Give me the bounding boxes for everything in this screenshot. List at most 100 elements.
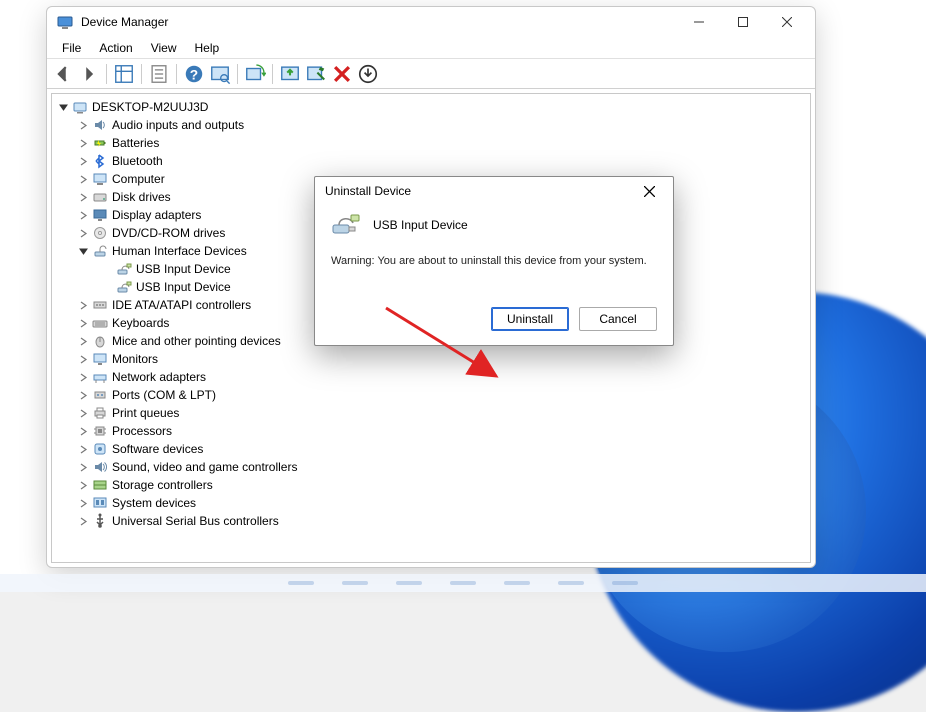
- twisty-collapsed-icon[interactable]: [76, 406, 90, 420]
- tree-item-label: DVD/CD-ROM drives: [112, 224, 225, 242]
- twisty-collapsed-icon[interactable]: [76, 316, 90, 330]
- maximize-button[interactable]: [721, 8, 765, 36]
- toolbar-separator: [272, 64, 273, 84]
- menu-help[interactable]: Help: [186, 39, 229, 57]
- menu-view[interactable]: View: [142, 39, 186, 57]
- twisty-collapsed-icon[interactable]: [76, 496, 90, 510]
- tree-category-system[interactable]: System devices: [54, 494, 808, 512]
- tree-category-cpu[interactable]: Processors: [54, 422, 808, 440]
- toolbar-back-button[interactable]: [51, 62, 75, 86]
- twisty-collapsed-icon[interactable]: [76, 334, 90, 348]
- dialog-device-name: USB Input Device: [373, 218, 468, 232]
- disk-icon: [92, 189, 108, 205]
- bluetooth-icon: [92, 153, 108, 169]
- tree-root[interactable]: DESKTOP-M2UUJ3D: [54, 98, 808, 116]
- twisty-collapsed-icon[interactable]: [76, 514, 90, 528]
- cpu-icon: [92, 423, 108, 439]
- taskbar-item[interactable]: [558, 581, 584, 585]
- computer-icon: [92, 171, 108, 187]
- taskbar-item[interactable]: [504, 581, 530, 585]
- twisty-collapsed-icon[interactable]: [76, 118, 90, 132]
- twisty-collapsed-icon[interactable]: [76, 154, 90, 168]
- speaker-icon: [92, 117, 108, 133]
- taskbar-item[interactable]: [288, 581, 314, 585]
- minimize-button[interactable]: [677, 8, 721, 36]
- dialog-titlebar[interactable]: Uninstall Device: [315, 177, 673, 205]
- twisty-collapsed-icon[interactable]: [76, 298, 90, 312]
- twisty-expanded-icon[interactable]: [76, 244, 90, 258]
- twisty-collapsed-icon[interactable]: [76, 190, 90, 204]
- twisty-none: [100, 262, 114, 276]
- tree-item-label: Computer: [112, 170, 165, 188]
- twisty-expanded-icon[interactable]: [56, 100, 70, 114]
- taskbar-item[interactable]: [450, 581, 476, 585]
- menu-action[interactable]: Action: [90, 39, 141, 57]
- menu-file[interactable]: File: [53, 39, 90, 57]
- tree-category-usb[interactable]: Universal Serial Bus controllers: [54, 512, 808, 530]
- toolbar-query-button[interactable]: [208, 62, 232, 86]
- tree-item-label: Print queues: [112, 404, 179, 422]
- twisty-collapsed-icon[interactable]: [76, 136, 90, 150]
- tree-item-label: Network adapters: [112, 368, 206, 386]
- tree-category-printer[interactable]: Print queues: [54, 404, 808, 422]
- toolbar-scan-button[interactable]: [243, 62, 267, 86]
- twisty-collapsed-icon[interactable]: [76, 424, 90, 438]
- tree-item-label: Display adapters: [112, 206, 201, 224]
- taskbar-item[interactable]: [396, 581, 422, 585]
- taskbar-item[interactable]: [342, 581, 368, 585]
- toolbar-help-button[interactable]: ?: [182, 62, 206, 86]
- tree-item-label: USB Input Device: [136, 278, 231, 296]
- taskbar-item[interactable]: [612, 581, 638, 585]
- tree-category-storage[interactable]: Storage controllers: [54, 476, 808, 494]
- uninstall-button[interactable]: Uninstall: [491, 307, 569, 331]
- close-button[interactable]: [765, 8, 809, 36]
- pc-icon: [72, 99, 88, 115]
- monitor-icon: [92, 351, 108, 367]
- twisty-collapsed-icon[interactable]: [76, 208, 90, 222]
- tree-item-label: Monitors: [112, 350, 158, 368]
- ide-icon: [92, 297, 108, 313]
- battery-icon: [92, 135, 108, 151]
- tree-item-label: USB Input Device: [136, 260, 231, 278]
- twisty-collapsed-icon[interactable]: [76, 370, 90, 384]
- tree-item-label: Bluetooth: [112, 152, 163, 170]
- toolbar-separator: [106, 64, 107, 84]
- tree-category-network[interactable]: Network adapters: [54, 368, 808, 386]
- mouse-icon: [92, 333, 108, 349]
- twisty-collapsed-icon[interactable]: [76, 442, 90, 456]
- twisty-collapsed-icon[interactable]: [76, 172, 90, 186]
- taskbar[interactable]: [0, 574, 926, 592]
- tree-category-bluetooth[interactable]: Bluetooth: [54, 152, 808, 170]
- toolbar-show-hidden-button[interactable]: [112, 62, 136, 86]
- tree-item-label: Batteries: [112, 134, 159, 152]
- twisty-collapsed-icon[interactable]: [76, 352, 90, 366]
- svg-text:?: ?: [190, 67, 198, 82]
- toolbar-update-driver-button[interactable]: [278, 62, 302, 86]
- dialog-close-button[interactable]: [631, 179, 667, 203]
- software-icon: [92, 441, 108, 457]
- tree-category-ports[interactable]: Ports (COM & LPT): [54, 386, 808, 404]
- tree-category-software[interactable]: Software devices: [54, 440, 808, 458]
- tree-item-label: Mice and other pointing devices: [112, 332, 281, 350]
- hid-icon: [92, 243, 108, 259]
- tree-category-sound[interactable]: Sound, video and game controllers: [54, 458, 808, 476]
- tree-item-label: IDE ATA/ATAPI controllers: [112, 296, 251, 314]
- twisty-collapsed-icon[interactable]: [76, 478, 90, 492]
- tree-category-monitor[interactable]: Monitors: [54, 350, 808, 368]
- toolbar-action-button[interactable]: [356, 62, 380, 86]
- tree-category-speaker[interactable]: Audio inputs and outputs: [54, 116, 808, 134]
- display-icon: [92, 207, 108, 223]
- twisty-collapsed-icon[interactable]: [76, 388, 90, 402]
- cancel-button[interactable]: Cancel: [579, 307, 657, 331]
- titlebar[interactable]: Device Manager: [47, 7, 815, 37]
- toolbar-uninstall-button[interactable]: [304, 62, 328, 86]
- tree-item-label: Human Interface Devices: [112, 242, 247, 260]
- tree-category-battery[interactable]: Batteries: [54, 134, 808, 152]
- toolbar-properties-button[interactable]: [147, 62, 171, 86]
- app-icon: [57, 14, 73, 30]
- usbhid-icon: [116, 261, 132, 277]
- toolbar-disable-button[interactable]: [330, 62, 354, 86]
- twisty-collapsed-icon[interactable]: [76, 460, 90, 474]
- toolbar-forward-button[interactable]: [77, 62, 101, 86]
- twisty-collapsed-icon[interactable]: [76, 226, 90, 240]
